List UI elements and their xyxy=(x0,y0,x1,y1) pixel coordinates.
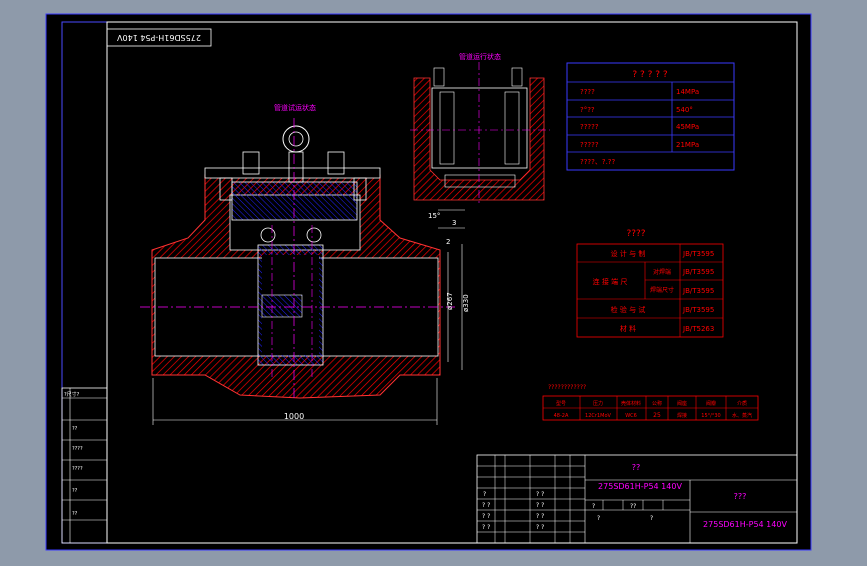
tb-model-main: 275SD61H-P54 140V xyxy=(598,482,682,491)
spec-h-1: 压力 xyxy=(593,400,603,407)
tb-cell-1: ?? xyxy=(630,503,636,510)
strip-label-2: ???? xyxy=(72,446,83,452)
param-value-3: 21MPa xyxy=(676,141,699,149)
std-label-0: 设 计 与 制 xyxy=(611,249,646,258)
param-value-2: 45MPa xyxy=(676,123,699,131)
strip-label-4: ?? xyxy=(72,488,78,494)
std-value-2: JB/T3595 xyxy=(682,287,714,295)
param-label-2: ????? xyxy=(580,123,599,131)
std-label-3: 检 验 与 试 xyxy=(611,305,646,314)
std-label-4: 材 料 xyxy=(620,324,636,333)
tb-mid-1: ? ? xyxy=(536,502,544,509)
dim-angle: 15° xyxy=(428,212,440,220)
spec-v-6: 水、蒸汽 xyxy=(732,412,752,419)
spec-h-4: 阀座 xyxy=(677,400,687,407)
spec-v-5: 15°/°30 xyxy=(701,413,720,419)
strip-label-1: ?? xyxy=(72,426,78,432)
tb-left-2: ? ? xyxy=(482,513,490,520)
strip-label-3: ???? xyxy=(72,466,83,472)
state-label-right: 管道运行状态 xyxy=(459,52,501,61)
spec-v-4: 焊接 xyxy=(677,412,687,419)
tb-cell-0: ? xyxy=(592,503,595,510)
spec-h-3: 公称 xyxy=(652,400,662,407)
strip-label-0: ?尺寸? xyxy=(64,391,80,398)
std-value-1: JB/T3595 xyxy=(682,268,714,276)
std-value-0: JB/T3595 xyxy=(682,250,714,258)
dim-length: 1000 xyxy=(284,412,304,421)
tb-label-right: ??? xyxy=(734,492,747,501)
spec-v-0: 48-2A xyxy=(554,413,569,419)
spec-v-2: WC6 xyxy=(625,413,637,419)
tb-left-3: ? ? xyxy=(482,524,490,531)
tb-cell-3: ? xyxy=(650,515,653,522)
tb-model-right: 275SD61H-P54 140V xyxy=(703,520,787,529)
param-label-1: ?°?? xyxy=(580,106,595,114)
param-label-0: ???? xyxy=(580,88,595,96)
param-title: ? ? ? ? ? xyxy=(632,70,668,80)
state-label-left: 管道试运状态 xyxy=(274,103,316,112)
spec-h-0: 型号 xyxy=(556,400,566,407)
spec-h-5: 阀瓣 xyxy=(706,400,716,407)
tb-cell-2: ? xyxy=(597,515,600,522)
drawing-canvas[interactable]: 275SD61H-P54 140V ?尺寸? ?? ???? ???? ?? ?… xyxy=(0,0,867,562)
dim-dia-inner: ø267 xyxy=(446,292,454,310)
param-value-0: 14MPa xyxy=(676,88,699,96)
tb-mid-0: ? ? xyxy=(536,491,544,498)
tb-mid-3: ? ? xyxy=(536,524,544,531)
param-label-4: ????、?.?? xyxy=(580,158,616,166)
spec-v-1: 12Cr1MoV xyxy=(585,413,611,419)
dim-dia-outer: ø330 xyxy=(462,294,470,312)
param-label-3: ????? xyxy=(580,141,599,149)
std-sub-1: 对焊端 xyxy=(653,268,671,276)
tb-left-1: ? ? xyxy=(482,502,490,509)
model-stamp: 275SD61H-P54 140V xyxy=(117,33,201,42)
tb-left-0: ? xyxy=(483,491,486,498)
std-sub-2: 焊端尺寸 xyxy=(650,286,674,294)
cad-viewport[interactable]: 275SD61H-P54 140V ?尺寸? ?? ???? ???? ?? ?… xyxy=(0,0,867,562)
spec-v-3: 25 xyxy=(653,412,661,419)
strip-label-5: ?? xyxy=(72,511,78,517)
tb-mid-2: ? ? xyxy=(536,513,544,520)
tb-label-main: ?? xyxy=(632,463,641,472)
std-label-1: 连 接 端 尺 xyxy=(593,277,628,286)
dim-small-2: 3 xyxy=(452,219,456,227)
spec-h-6: 介质 xyxy=(737,400,747,407)
dim-small-1: 2 xyxy=(446,238,450,246)
std-value-4: JB/T5263 xyxy=(682,325,714,333)
std-value-3: JB/T3595 xyxy=(682,306,714,314)
param-value-1: 540° xyxy=(676,106,693,114)
spec-title: ???????????? xyxy=(548,384,586,391)
std-title: ???? xyxy=(626,229,645,239)
spec-h-2: 壳体材料 xyxy=(621,400,641,407)
